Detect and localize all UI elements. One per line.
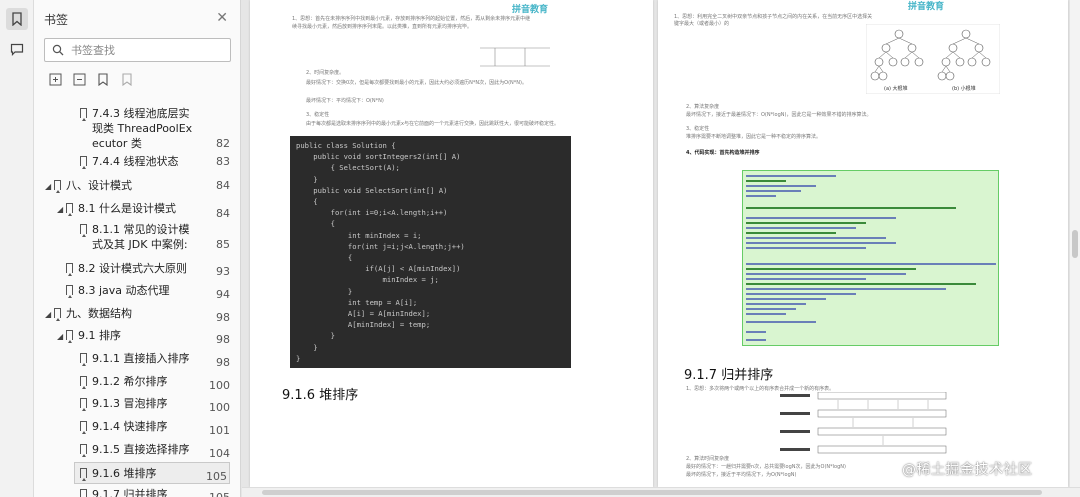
bookmark-icon (66, 330, 73, 343)
page-left: 拼音教育 1、思想：首先在未排序序列中找到最小元素，存放到排序序列的起始位置，然… (250, 0, 653, 487)
tree-item[interactable]: 8.1.1 常见的设计模 (34, 222, 230, 237)
merge-sort-figure (780, 392, 947, 454)
selection-figure (480, 47, 550, 67)
search-icon (52, 44, 64, 56)
tree-item-cont[interactable]: 现类 ThreadPoolEx (34, 121, 230, 136)
bookmark-icon (54, 308, 61, 321)
section-heading: 9.1.6 堆排序 (282, 388, 359, 403)
caret-down-icon[interactable]: ◢ (45, 307, 51, 322)
caret-down-icon[interactable]: ◢ (57, 329, 63, 344)
bookmark-icon (80, 421, 87, 434)
tree-item-selected[interactable]: 9.1.6 堆排序 105 (74, 462, 230, 484)
tree-item[interactable]: 8.3 java 动态代理 94 (34, 283, 230, 301)
tree-item-cont[interactable]: ecutor 类 82 (34, 136, 230, 151)
bookmark-icon (12, 12, 22, 26)
scroll-thumb[interactable] (1072, 230, 1078, 258)
close-icon[interactable]: ✕ (216, 10, 228, 26)
bookmarks-tab[interactable] (6, 8, 28, 30)
caret-down-icon[interactable]: ◢ (57, 202, 63, 217)
add-bookmark-button[interactable] (96, 72, 110, 86)
scroll-thumb[interactable] (262, 490, 1042, 495)
tree-item[interactable]: 9.1.5 直接选择排序 104 (34, 442, 230, 460)
panel-title: 书签 (44, 13, 69, 27)
collapse-all-button[interactable] (72, 72, 86, 86)
collapse-icon (73, 73, 85, 85)
watermark: @稀土掘金技术社区 (902, 462, 1033, 478)
bookmark-icon (80, 468, 87, 481)
tree-item[interactable]: 9.1.2 希尔排序 100 (34, 374, 230, 392)
bookmark-icon (80, 353, 87, 366)
bookmark-icon (66, 285, 73, 298)
tree-item[interactable]: ◢ 9.1 排序 98 (34, 328, 230, 346)
document-vertical-scrollbar[interactable] (1070, 0, 1080, 487)
bookmarks-panel: 书签 ✕ 7.4.3 线程池底层实 现类 ThreadPoolEx ecutor… (34, 0, 241, 497)
bookmark-icon (80, 376, 87, 389)
comments-tab[interactable] (6, 38, 28, 60)
search-input[interactable] (71, 42, 221, 58)
bookmark-icon (80, 108, 87, 121)
tree-item[interactable]: 9.1.1 直接插入排序 98 (34, 351, 230, 369)
comment-icon (10, 43, 24, 56)
expand-all-button[interactable] (48, 72, 62, 86)
bookmark-toolbar (48, 72, 134, 88)
delete-bookmark-button[interactable] (120, 72, 134, 86)
bookmark-icon (80, 156, 87, 169)
caret-down-icon[interactable]: ◢ (45, 179, 51, 194)
page-right: 拼音教育 1、思想：利用完全二叉树中双亲节点和孩子节点之间的内在关系，在当前无序… (658, 0, 1068, 487)
tree-item[interactable]: 9.1.7 归并排序 105 (34, 487, 230, 497)
bookmark-icon (80, 224, 87, 237)
tree-item[interactable]: ◢ 8.1 什么是设计模式 84 (34, 201, 230, 220)
svg-text:(a) 大根堆: (a) 大根堆 (884, 85, 908, 92)
document-horizontal-scrollbar[interactable] (242, 487, 1080, 497)
tree-item[interactable]: ◢ 九、数据结构 98 (34, 306, 230, 324)
bookmark-icon (66, 203, 73, 216)
bookmark-search[interactable] (44, 38, 231, 62)
left-rail (0, 0, 34, 497)
tree-item[interactable]: 7.4.4 线程池状态 83 (34, 154, 230, 169)
bookmark-icon (80, 489, 87, 497)
heap-tree-figure: (a) 大根堆 (b) 小根堆 (866, 24, 1000, 94)
document-view[interactable]: 拼音教育 1、思想：首先在未排序序列中找到最小元素，存放到排序序列的起始位置，然… (242, 0, 1080, 497)
bookmark-icon (66, 263, 73, 276)
bookmark-add-icon (98, 72, 108, 86)
code-screenshot (742, 170, 999, 346)
code-block: public class Solution { public void sort… (290, 136, 571, 368)
tree-item-cont[interactable]: 式及其 JDK 中案例: 85 (34, 237, 230, 252)
tree-item[interactable]: 9.1.3 冒泡排序 100 (34, 396, 230, 414)
logo: 拼音教育 (908, 2, 945, 12)
tree-item[interactable]: 9.1.4 快速排序 101 (34, 419, 230, 437)
bookmark-remove-icon (122, 72, 132, 86)
bookmark-icon (54, 180, 61, 193)
tree-item[interactable]: 7.4.3 线程池底层实 (34, 106, 230, 121)
tree-item[interactable]: ◢ 八、设计模式 84 (34, 178, 230, 193)
bookmark-icon (80, 398, 87, 411)
bookmark-icon (80, 444, 87, 457)
svg-text:(b) 小根堆: (b) 小根堆 (952, 85, 976, 92)
expand-icon (49, 73, 61, 85)
section-heading: 9.1.7 归并排序 (684, 368, 774, 383)
logo: 拼音教育 (512, 5, 549, 15)
tree-item[interactable]: 8.2 设计模式六大原则 93 (34, 261, 230, 278)
